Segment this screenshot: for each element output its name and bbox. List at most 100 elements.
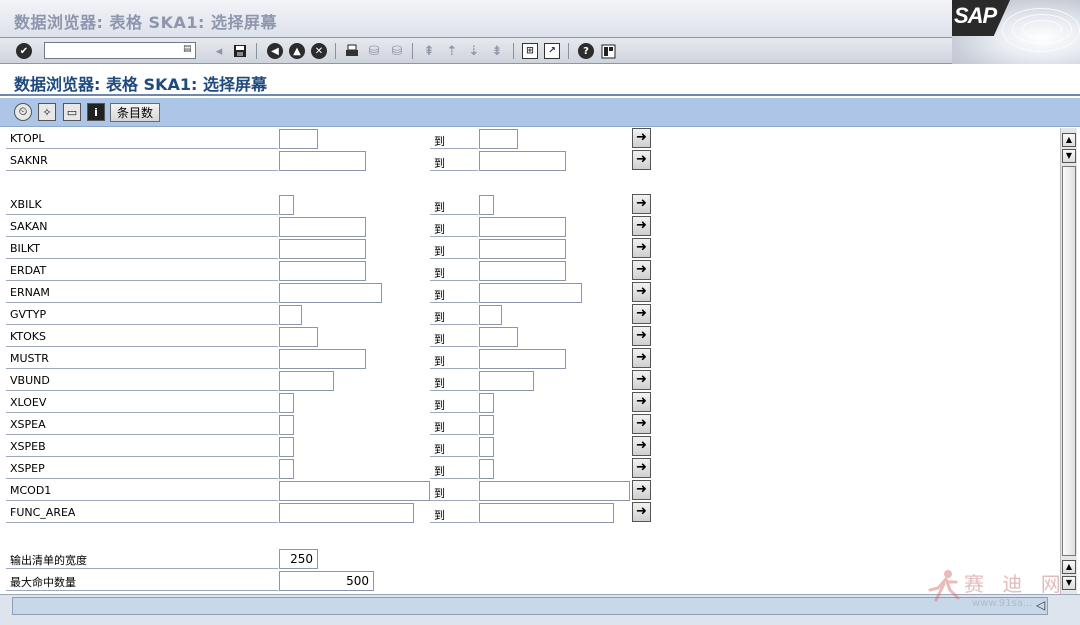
multiple-selection-arrow-icon[interactable]: ➜: [632, 480, 651, 500]
to-value-input[interactable]: [479, 217, 566, 237]
field-label: SAKAN: [6, 216, 278, 237]
from-value-input[interactable]: [279, 305, 302, 325]
find-next-icon[interactable]: ⛁: [388, 42, 406, 60]
save-icon[interactable]: [231, 42, 249, 60]
customize-layout-icon[interactable]: [599, 42, 617, 60]
multiple-selection-arrow-icon[interactable]: ➜: [632, 216, 651, 236]
print-icon[interactable]: [343, 42, 361, 60]
multiple-selection-arrow-icon[interactable]: ➜: [632, 370, 651, 390]
watermark-text: 赛 迪 网: [964, 572, 1067, 596]
to-value-input[interactable]: [479, 151, 566, 171]
multiple-selection-arrow-icon[interactable]: ➜: [632, 414, 651, 434]
output-width-row: 输出清单的宽度 250: [0, 548, 1058, 569]
sap-logo-text: SAP: [954, 3, 997, 28]
from-value-input[interactable]: [279, 503, 414, 523]
field-label: XSPEP: [6, 458, 278, 479]
selection-row-xloev: XLOEV 到 ➜: [0, 392, 1058, 413]
to-value-input[interactable]: [479, 503, 614, 523]
from-value-input[interactable]: [279, 437, 294, 457]
multiple-selection-arrow-icon[interactable]: ➜: [632, 502, 651, 522]
selection-row-saknr: SAKNR 到 ➜: [0, 150, 1058, 171]
command-history-icon[interactable]: ▤: [183, 44, 193, 56]
multiple-selection-arrow-icon[interactable]: ➜: [632, 238, 651, 258]
scroll-up-icon[interactable]: ▲: [1062, 133, 1076, 147]
create-session-icon[interactable]: ⊞: [522, 43, 538, 59]
from-value-input[interactable]: [279, 481, 430, 501]
to-label: 到: [430, 392, 478, 413]
find-icon[interactable]: ⛁: [365, 42, 383, 60]
multiple-selection-arrow-icon[interactable]: ➜: [632, 436, 651, 456]
get-variant-icon[interactable]: ✧: [38, 103, 56, 121]
scrollbar-thumb[interactable]: [1062, 166, 1076, 556]
back-icon[interactable]: ◀: [267, 43, 283, 59]
multiple-selection-arrow-icon[interactable]: ➜: [632, 282, 651, 302]
from-value-input[interactable]: [279, 261, 366, 281]
to-value-input[interactable]: [479, 283, 582, 303]
to-value-input[interactable]: [479, 261, 566, 281]
cancel-icon[interactable]: ✕: [311, 43, 327, 59]
to-value-input[interactable]: [479, 305, 502, 325]
command-field-toggle-icon[interactable]: ◂: [210, 42, 228, 60]
execute-icon[interactable]: ⏲: [14, 103, 32, 121]
help-icon[interactable]: ?: [578, 43, 594, 59]
from-value-input[interactable]: [279, 459, 294, 479]
multiple-selection-arrow-icon[interactable]: ➜: [632, 304, 651, 324]
last-page-icon[interactable]: ⇟: [488, 42, 506, 60]
selection-screen: KTOPL 到 ➜ SAKNR 到 ➜ XBILK 到 ➜ SAKAN 到 ➜ BILKT 到 ➜ ERDAT…: [0, 128, 1058, 594]
output-width-input[interactable]: 250: [279, 549, 318, 569]
multiple-selection-arrow-icon[interactable]: ➜: [632, 194, 651, 214]
enter-checkmark-icon[interactable]: ✔: [16, 43, 32, 59]
exit-icon[interactable]: ▲: [289, 43, 305, 59]
previous-page-icon[interactable]: ⇡: [443, 42, 461, 60]
selection-row-xspep: XSPEP 到 ➜: [0, 458, 1058, 479]
from-value-input[interactable]: [279, 415, 294, 435]
from-value-input[interactable]: [279, 217, 366, 237]
from-value-input[interactable]: [279, 283, 382, 303]
selection-row-vbund: VBUND 到 ➜: [0, 370, 1058, 391]
multiple-selection-arrow-icon[interactable]: ➜: [632, 458, 651, 478]
to-value-input[interactable]: [479, 437, 494, 457]
next-page-icon[interactable]: ⇣: [465, 42, 483, 60]
multiple-selection-arrow-icon[interactable]: ➜: [632, 128, 651, 148]
window-title-bar: 数据浏览器: 表格 SKA1: 选择屏幕: [0, 0, 1080, 38]
from-value-input[interactable]: [279, 151, 366, 171]
first-page-icon[interactable]: ⇞: [420, 42, 438, 60]
from-value-input[interactable]: [279, 371, 334, 391]
multiple-selection-arrow-icon[interactable]: ➜: [632, 392, 651, 412]
info-icon[interactable]: i: [87, 103, 105, 121]
selection-row-xspea: XSPEA 到 ➜: [0, 414, 1058, 435]
multiple-selection-arrow-icon[interactable]: ➜: [632, 326, 651, 346]
to-value-input[interactable]: [479, 459, 494, 479]
max-hits-input[interactable]: 500: [279, 571, 374, 591]
save-variant-icon[interactable]: ▭: [63, 103, 81, 121]
to-value-input[interactable]: [479, 195, 494, 215]
from-value-input[interactable]: [279, 327, 318, 347]
to-value-input[interactable]: [479, 393, 494, 413]
multiple-selection-arrow-icon[interactable]: ➜: [632, 260, 651, 280]
command-field[interactable]: [44, 42, 196, 59]
to-value-input[interactable]: [479, 415, 494, 435]
from-value-input[interactable]: [279, 349, 366, 369]
to-value-input[interactable]: [479, 129, 518, 149]
field-label: BILKT: [6, 238, 278, 259]
scroll-down-icon[interactable]: ▼: [1062, 149, 1076, 163]
from-value-input[interactable]: [279, 393, 294, 413]
create-shortcut-icon[interactable]: ↗: [544, 43, 560, 59]
number-of-entries-button[interactable]: 条目数: [110, 103, 160, 122]
from-value-input[interactable]: [279, 239, 366, 259]
window-title: 数据浏览器: 表格 SKA1: 选择屏幕: [14, 13, 277, 32]
vertical-scrollbar[interactable]: ▲ ▼ ▲ ▼: [1060, 128, 1077, 594]
to-value-input[interactable]: [479, 481, 630, 501]
from-value-input[interactable]: [279, 195, 294, 215]
selection-row-bilkt: BILKT 到 ➜: [0, 238, 1058, 259]
to-value-input[interactable]: [479, 327, 518, 347]
from-value-input[interactable]: [279, 129, 318, 149]
multiple-selection-arrow-icon[interactable]: ➜: [632, 150, 651, 170]
to-value-input[interactable]: [479, 349, 566, 369]
multiple-selection-arrow-icon[interactable]: ➜: [632, 348, 651, 368]
to-label: 到: [430, 238, 478, 259]
to-label: 到: [430, 480, 478, 501]
to-value-input[interactable]: [479, 371, 534, 391]
screen-title: 数据浏览器: 表格 SKA1: 选择屏幕: [14, 75, 267, 94]
to-value-input[interactable]: [479, 239, 566, 259]
